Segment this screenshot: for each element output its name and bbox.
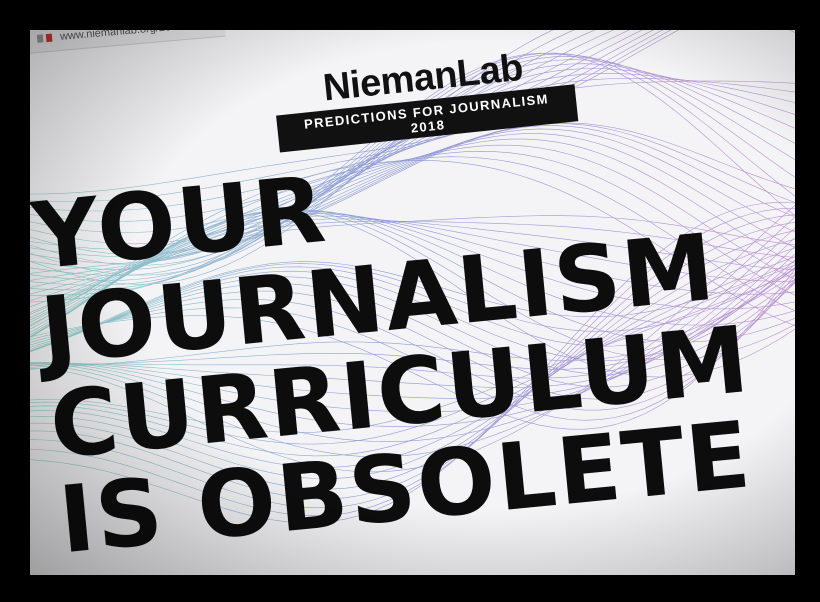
monitor-screen: www.niemanlab.org/201 NiemanLab PREDICTI…	[30, 30, 795, 575]
url-text: www.niemanlab.org/201	[59, 30, 178, 43]
address-bar-icons	[36, 33, 53, 43]
page-icon	[36, 33, 44, 43]
article-headline: YOUR JOURNALISM CURRICULUM IS OBSOLETE	[30, 115, 795, 574]
photo-frame: www.niemanlab.org/201 NiemanLab PREDICTI…	[0, 0, 820, 602]
lock-icon	[45, 33, 53, 42]
